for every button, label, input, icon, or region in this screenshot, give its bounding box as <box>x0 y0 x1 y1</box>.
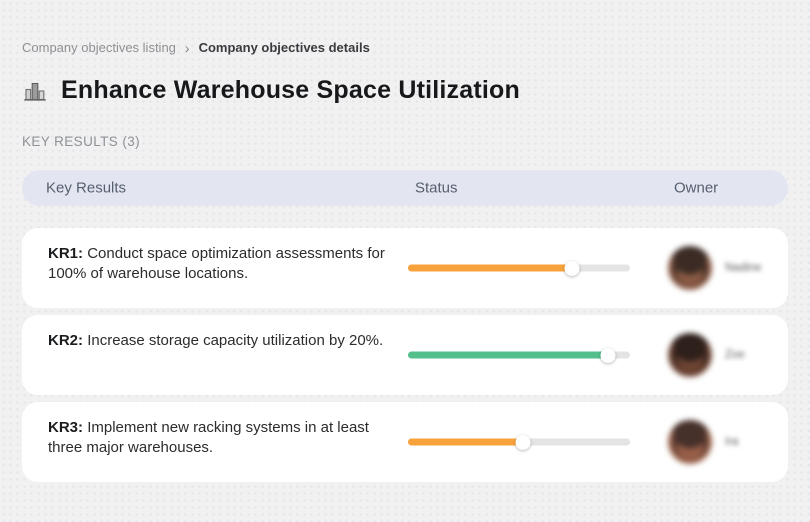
page-title: Enhance Warehouse Space Utilization <box>61 76 520 104</box>
breadcrumb-item-details: Company objectives details <box>198 40 370 55</box>
key-result-row-kr3[interactable]: KR3: Implement new racking systems in at… <box>22 402 788 482</box>
kr-status-cell <box>408 260 630 276</box>
owner-name: Nadine <box>725 262 762 274</box>
progress-fill <box>408 264 573 272</box>
progress-slider-thumb[interactable] <box>600 347 616 363</box>
kr-status-cell <box>408 347 630 363</box>
buildings-icon <box>22 78 48 104</box>
progress-fill <box>408 351 608 359</box>
owner-avatar <box>668 333 712 377</box>
progress-fill <box>408 438 524 446</box>
kr-label: KR3: <box>48 419 84 436</box>
owner-name: Ira <box>725 436 739 448</box>
breadcrumb-item-listing[interactable]: Company objectives listing <box>22 40 176 55</box>
key-result-row-kr2[interactable]: KR2: Increase storage capacity utilizati… <box>22 315 788 395</box>
progress-slider-track[interactable] <box>408 260 630 276</box>
key-results-count-label: KEY RESULTS (3) <box>22 134 141 149</box>
breadcrumb: Company objectives listing › Company obj… <box>22 40 788 55</box>
owner-name: Zoe <box>725 349 745 361</box>
kr-description: Increase storage capacity utilization by… <box>87 332 384 349</box>
kr-text: KR3: Implement new racking systems in at… <box>48 418 396 458</box>
kr-text: KR1: Conduct space optimization assessme… <box>48 244 396 284</box>
kr-owner-cell: Ira <box>668 420 738 464</box>
kr-text: KR2: Increase storage capacity utilizati… <box>48 331 396 351</box>
kr-description: Implement new racking systems in at leas… <box>48 419 369 456</box>
kr-owner-cell: Zoe <box>668 333 745 377</box>
owner-avatar <box>668 420 712 464</box>
chevron-right-icon: › <box>184 39 190 56</box>
owner-avatar <box>668 246 712 290</box>
column-header-owner: Owner <box>674 179 719 197</box>
table-header: Key Results Status Owner <box>22 170 788 206</box>
objective-details-page: Company objectives listing › Company obj… <box>0 0 810 482</box>
column-header-status: Status <box>415 179 458 197</box>
kr-status-cell <box>408 434 630 450</box>
kr-label: KR1: <box>48 245 84 262</box>
progress-slider-thumb[interactable] <box>564 260 580 276</box>
title-row: Enhance Warehouse Space Utilization <box>22 76 788 105</box>
kr-label: KR2: <box>48 332 84 349</box>
key-result-row-kr1[interactable]: KR1: Conduct space optimization assessme… <box>22 228 788 308</box>
kr-description: Conduct space optimization assessments f… <box>48 245 385 282</box>
progress-slider-thumb[interactable] <box>515 434 531 450</box>
kr-owner-cell: Nadine <box>668 246 761 290</box>
progress-slider-track[interactable] <box>408 347 630 363</box>
progress-slider-track[interactable] <box>408 434 630 450</box>
column-header-key-results: Key Results <box>46 179 127 197</box>
